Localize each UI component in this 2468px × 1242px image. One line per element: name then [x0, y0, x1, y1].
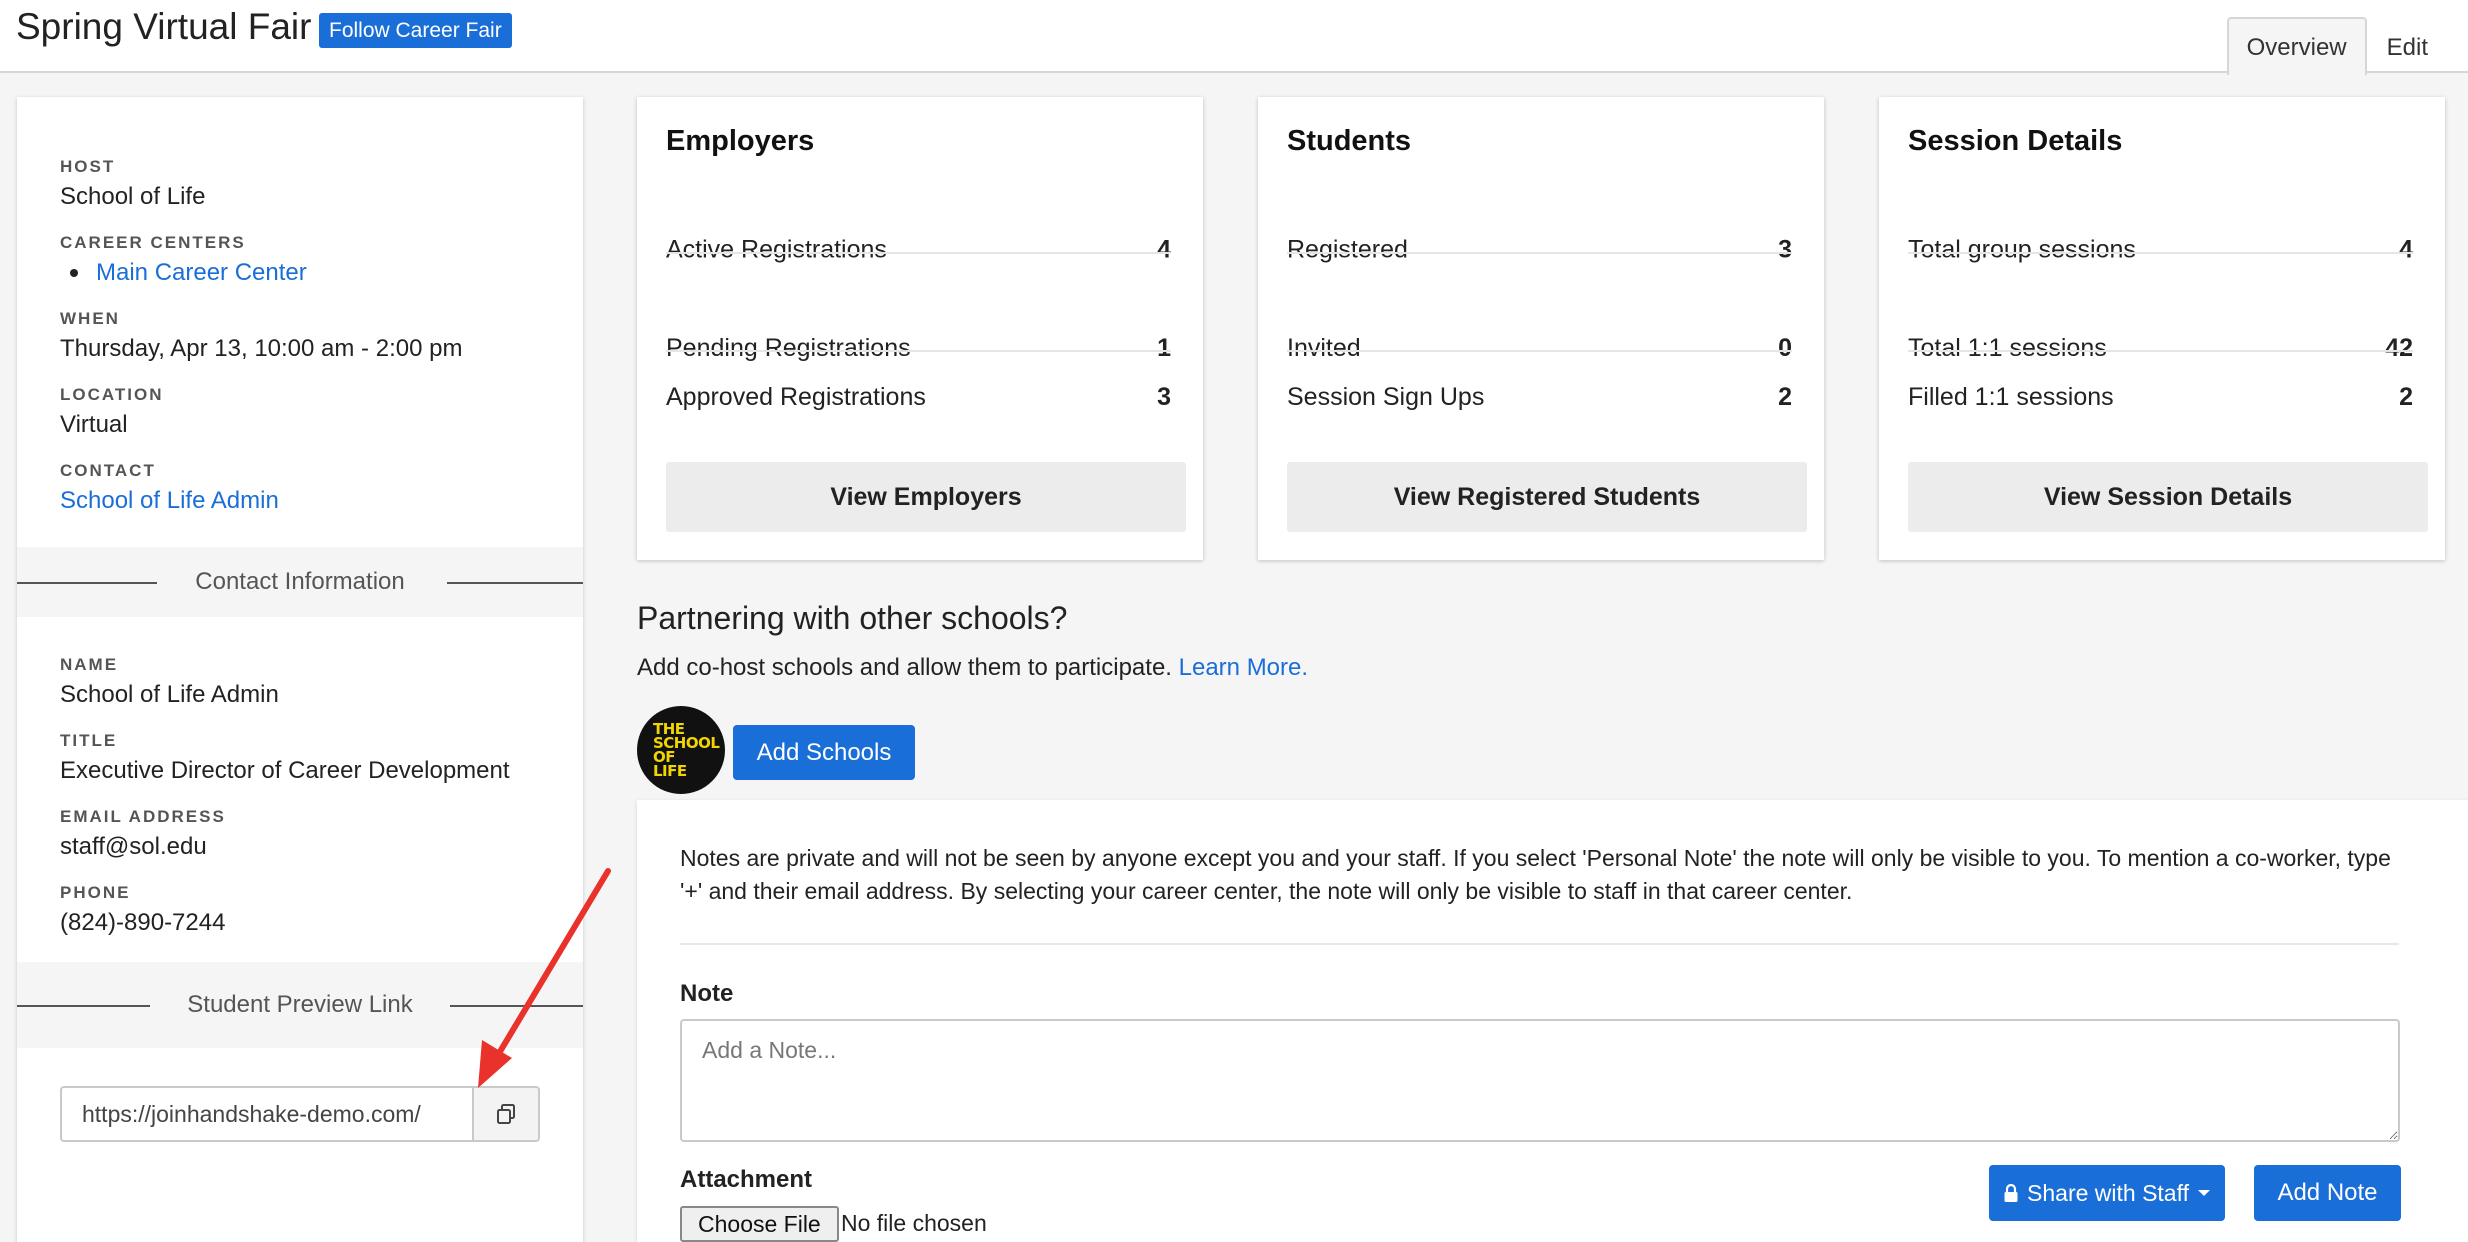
email-field: EMAIL ADDRESS staff@sol.edu [60, 807, 540, 861]
contact-field: CONTACT School of Life Admin [60, 461, 540, 515]
caret-down-icon [2197, 1190, 2210, 1196]
share-with-staff-label: Share with Staff [2027, 1179, 2189, 1206]
copy-link-button[interactable] [472, 1086, 540, 1142]
host-field: HOST School of Life [60, 157, 540, 211]
copy-icon [497, 1104, 515, 1124]
divider [1287, 252, 1792, 254]
school-of-life-logo: THE SCHOOL OF LIFE [637, 706, 725, 794]
file-status-text: No file chosen [841, 1210, 987, 1236]
contact-link[interactable]: School of Life Admin [60, 487, 540, 515]
career-centers-label: CAREER CENTERS [60, 233, 246, 252]
stat-value: 3 [1778, 235, 1792, 264]
preview-link-input[interactable] [60, 1086, 472, 1142]
stat-row: Total group sessions 4 [1908, 202, 2413, 299]
tab-edit[interactable]: Edit [2367, 17, 2448, 74]
list-item: Main Career Center [70, 259, 540, 287]
stat-value: 2 [1778, 382, 1792, 411]
title-value: Executive Director of Career Development [60, 757, 510, 784]
learn-more-link[interactable]: Learn More. [1179, 654, 1308, 681]
stat-row: Active Registrations 4 [666, 202, 1171, 299]
partnering-description: Add co-host schools and allow them to pa… [637, 654, 1308, 682]
name-field: NAME School of Life Admin [60, 655, 540, 709]
stat-row: Registered 3 [1287, 202, 1792, 299]
page-title: Spring Virtual Fair [16, 6, 312, 47]
title-field: TITLE Executive Director of Career Devel… [60, 731, 540, 785]
career-centers-field: CAREER CENTERS Main Career Center [60, 233, 540, 287]
stat-value: 4 [1157, 235, 1171, 264]
note-label: Note [680, 980, 734, 1007]
view-employers-button[interactable]: View Employers [666, 462, 1186, 532]
phone-label: PHONE [60, 883, 131, 902]
title-label: TITLE [60, 731, 118, 750]
stat-value: 2 [2399, 382, 2413, 411]
stat-label: Session Sign Ups [1287, 382, 1485, 411]
view-session-details-button[interactable]: View Session Details [1908, 462, 2428, 532]
location-value: Virtual [60, 411, 128, 438]
stat-value: 4 [2399, 235, 2413, 264]
preview-link-divider: Student Preview Link [17, 962, 583, 1048]
lock-icon [2004, 1183, 2018, 1202]
share-with-staff-dropdown[interactable]: Share with Staff [1989, 1165, 2225, 1221]
career-centers-list: Main Career Center [60, 259, 540, 287]
view-tabs: Overview Edit [2226, 17, 2448, 75]
preview-link-row [60, 1086, 540, 1142]
phone-field: PHONE (824)-890-7244 [60, 883, 540, 937]
name-value: School of Life Admin [60, 681, 279, 708]
event-details-section: HOST School of Life CAREER CENTERS Main … [17, 97, 583, 547]
follow-career-fair-button[interactable]: Follow Career Fair [319, 13, 512, 48]
tab-overview[interactable]: Overview [2226, 17, 2367, 75]
session-details-card: Session Details Total group sessions 4 T… [1879, 97, 2445, 560]
contact-label: CONTACT [60, 461, 156, 480]
stat-label: Active Registrations [666, 235, 887, 264]
host-label: HOST [60, 157, 116, 176]
note-textarea[interactable] [680, 1019, 2400, 1142]
stat-row: Session Sign Ups 2 [1287, 350, 1792, 444]
preview-link-section [17, 1086, 583, 1142]
stat-row: Approved Registrations 3 [666, 350, 1171, 444]
partnering-description-text: Add co-host schools and allow them to pa… [637, 654, 1172, 681]
location-label: LOCATION [60, 385, 164, 404]
add-schools-button[interactable]: Add Schools [733, 725, 915, 780]
employers-card: Employers Active Registrations 4 Pending… [637, 97, 1203, 560]
contact-info-heading: Contact Information [195, 568, 405, 595]
stat-label: Approved Registrations [666, 382, 926, 411]
divider [680, 943, 2399, 945]
contact-info-section: NAME School of Life Admin TITLE Executiv… [17, 617, 583, 962]
employers-card-title: Employers [666, 125, 815, 157]
preview-link-heading: Student Preview Link [187, 991, 413, 1018]
divider [666, 252, 1171, 254]
when-label: WHEN [60, 309, 120, 328]
stat-label: Total group sessions [1908, 235, 2136, 264]
when-value: Thursday, Apr 13, 10:00 am - 2:00 pm [60, 335, 463, 362]
stat-row: Filled 1:1 sessions 2 [1908, 350, 2413, 444]
when-field: WHEN Thursday, Apr 13, 10:00 am - 2:00 p… [60, 309, 540, 363]
location-field: LOCATION Virtual [60, 385, 540, 439]
stat-label: Registered [1287, 235, 1408, 264]
students-card-title: Students [1287, 125, 1412, 157]
partnering-title: Partnering with other schools? [637, 600, 1068, 636]
fair-details-sidebar: HOST School of Life CAREER CENTERS Main … [17, 97, 583, 1242]
choose-file-button[interactable]: Choose File [680, 1206, 839, 1242]
contact-info-divider: Contact Information [17, 547, 583, 617]
name-label: NAME [60, 655, 119, 674]
add-note-button[interactable]: Add Note [2254, 1165, 2401, 1221]
notes-description: Notes are private and will not be seen b… [680, 845, 2391, 904]
logo-line: OF LIFE [653, 748, 687, 780]
main-career-center-link[interactable]: Main Career Center [96, 259, 307, 287]
view-registered-students-button[interactable]: View Registered Students [1287, 462, 1807, 532]
page-header: Spring Virtual Fair Follow Career Fair O… [0, 0, 2468, 75]
session-details-card-title: Session Details [1908, 125, 2123, 157]
stat-value: 3 [1157, 382, 1171, 411]
email-label: EMAIL ADDRESS [60, 807, 226, 826]
stat-label: Filled 1:1 sessions [1908, 382, 2114, 411]
attachment-label: Attachment [680, 1166, 813, 1193]
email-value: staff@sol.edu [60, 833, 207, 860]
notes-panel: Notes are private and will not be seen b… [637, 800, 2468, 1242]
divider [1908, 252, 2413, 254]
students-card: Students Registered 3 Invited 0 Session … [1258, 97, 1824, 560]
phone-value: (824)-890-7244 [60, 909, 226, 936]
host-value: School of Life [60, 183, 206, 210]
